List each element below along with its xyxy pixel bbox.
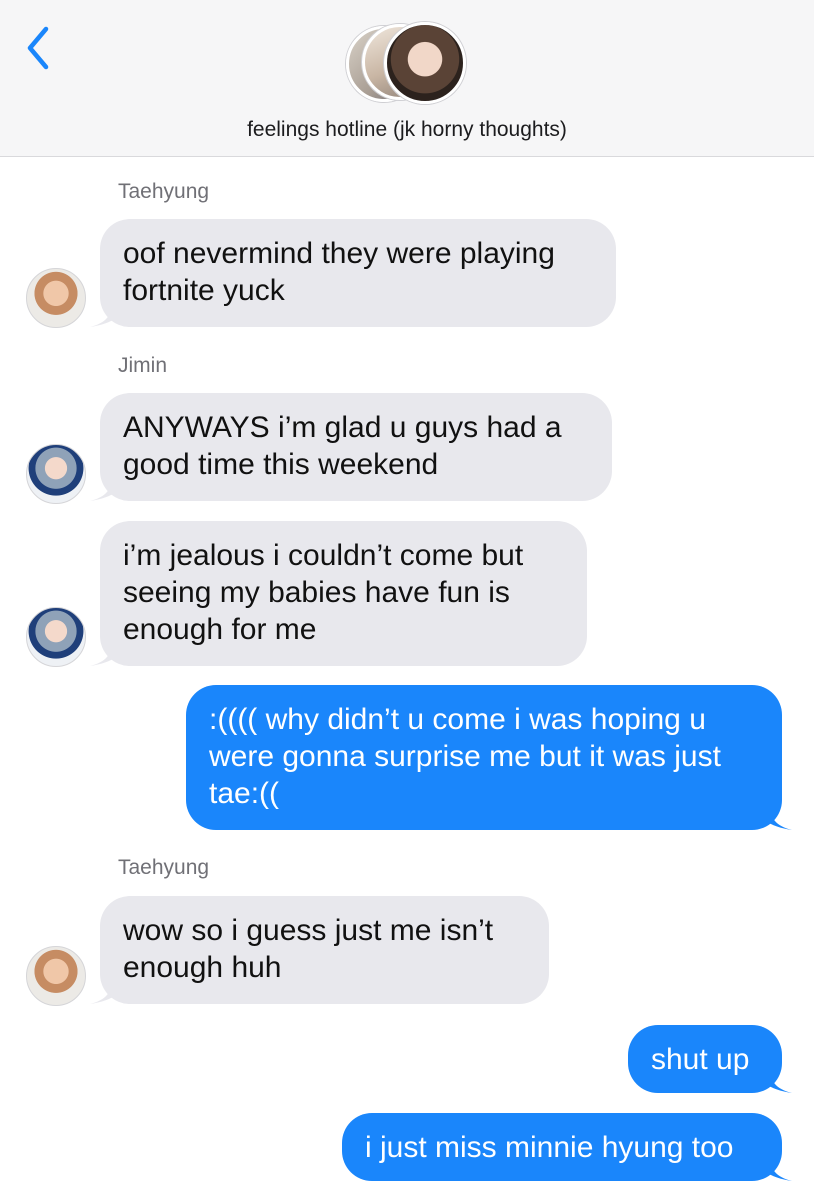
group-member-avatar	[384, 22, 466, 104]
outgoing-message-bubble[interactable]: :(((( why didn’t u come i was hoping u w…	[186, 685, 782, 830]
sender-name: Taehyung	[118, 856, 210, 879]
incoming-message-bubble[interactable]: oof nevermind they were playing fortnite…	[100, 219, 616, 327]
incoming-message-bubble[interactable]: i’m jealous i couldn’t come but seeing m…	[100, 521, 587, 666]
incoming-message-bubble[interactable]: wow so i guess just me isn’t enough huh	[100, 896, 549, 1004]
sender-name: Jimin	[118, 354, 168, 377]
bubble-tail	[90, 477, 118, 501]
outgoing-message-bubble[interactable]: shut up	[628, 1025, 782, 1093]
avatar[interactable]	[26, 607, 86, 667]
incoming-message-bubble[interactable]: ANYWAYS i’m glad u guys had a good time …	[100, 393, 612, 501]
conversation-title[interactable]: feelings hotline (jk horny thoughts)	[0, 118, 814, 142]
bubble-tail	[90, 303, 118, 327]
bubble-tail	[90, 980, 118, 1004]
sender-name: Taehyung	[118, 180, 210, 203]
avatar[interactable]	[26, 444, 86, 504]
outgoing-message-bubble[interactable]: i just miss minnie hyung too	[342, 1113, 782, 1181]
back-button[interactable]	[18, 22, 62, 72]
avatar[interactable]	[26, 946, 86, 1006]
chevron-left-icon	[27, 26, 49, 70]
bubble-tail	[764, 1069, 792, 1093]
bubble-tail	[90, 642, 118, 666]
conversation-header: feelings hotline (jk horny thoughts)	[0, 0, 814, 157]
avatar[interactable]	[26, 268, 86, 328]
bubble-tail	[764, 1157, 792, 1181]
bubble-tail	[764, 806, 792, 830]
group-avatar[interactable]	[344, 22, 468, 106]
